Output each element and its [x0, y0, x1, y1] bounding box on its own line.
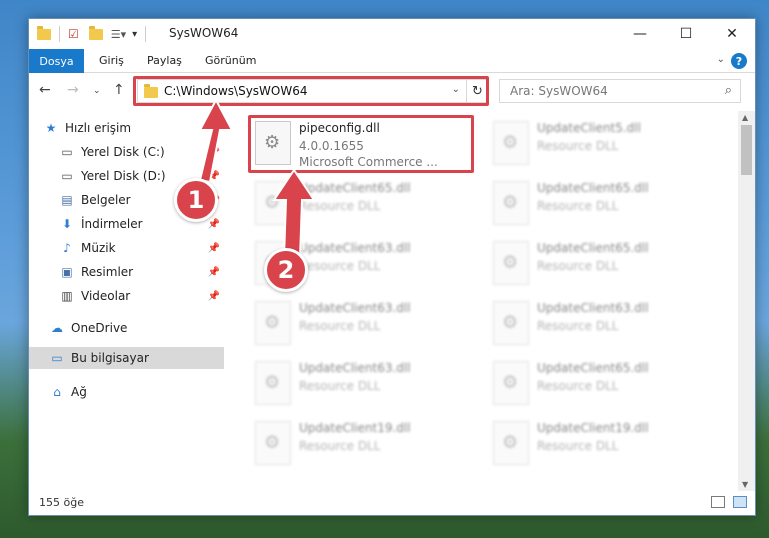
step-badge-2: 2 [264, 248, 308, 292]
annotation-arrows [198, 97, 316, 259]
arrow-2 [272, 168, 316, 259]
arrow-1 [198, 97, 234, 184]
step-badge-1: 1 [174, 178, 218, 222]
